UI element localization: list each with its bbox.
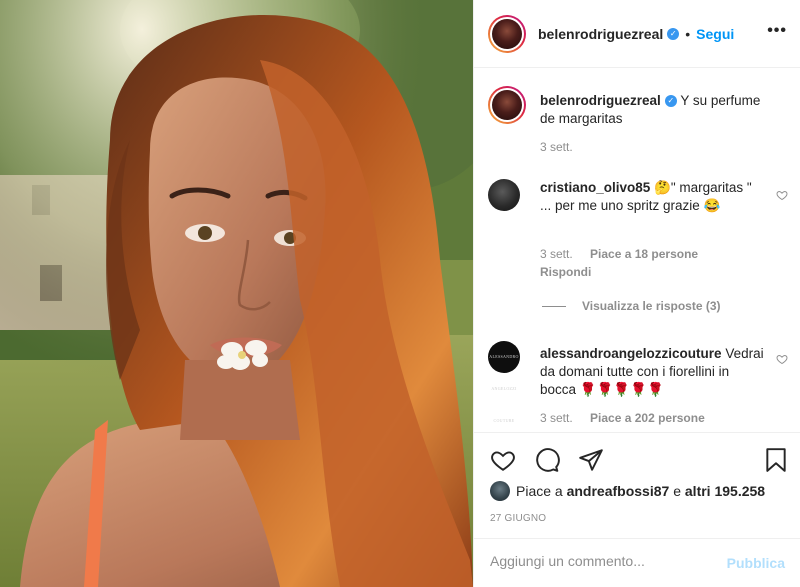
heart-icon[interactable] bbox=[490, 447, 516, 473]
bookmark-icon[interactable] bbox=[763, 447, 789, 473]
view-replies-label: Visualizza le risposte (3) bbox=[582, 299, 721, 313]
comment-avatar[interactable] bbox=[488, 179, 520, 211]
verified-icon: ✓ bbox=[667, 27, 680, 40]
more-options-icon[interactable]: ••• bbox=[767, 22, 787, 40]
publish-button[interactable]: Pubblica bbox=[727, 555, 785, 571]
add-comment-bar: Pubblica bbox=[474, 538, 800, 587]
post-header: belenrodriguezreal ✓ • Segui ••• bbox=[474, 0, 800, 68]
post-photo[interactable] bbox=[0, 0, 473, 587]
comment-username[interactable]: cristiano_olivo85 bbox=[540, 180, 650, 195]
avatar[interactable] bbox=[488, 14, 526, 53]
comment-icon[interactable] bbox=[534, 447, 560, 473]
instagram-post: belenrodriguezreal ✓ • Segui ••• belenro… bbox=[0, 0, 800, 587]
verified-icon: ✓ bbox=[664, 95, 677, 108]
comment-time: 3 sett. bbox=[540, 247, 573, 261]
caption-time: 3 sett. bbox=[540, 140, 573, 154]
share-icon[interactable] bbox=[578, 447, 604, 473]
separator-dot: • bbox=[685, 25, 691, 42]
comment-text: cristiano_olivo85 🤔" margaritas " ... pe… bbox=[540, 179, 765, 215]
comment-like-heart-icon[interactable] bbox=[776, 189, 788, 201]
liker-username[interactable]: andreafbossi87 bbox=[567, 483, 670, 499]
likes-connector: e bbox=[673, 483, 681, 499]
comment-meta: 3 sett. Piace a 18 persone bbox=[540, 247, 698, 261]
comment-meta: 3 sett. Piace a 202 persone bbox=[540, 411, 705, 425]
avatar-image bbox=[492, 18, 522, 49]
comment-time: 3 sett. bbox=[540, 411, 573, 425]
caption-avatar[interactable] bbox=[488, 86, 526, 124]
comment-input[interactable] bbox=[490, 553, 710, 569]
likes-prefix: Piace a bbox=[516, 483, 563, 499]
post-side-panel: belenrodriguezreal ✓ • Segui ••• belenro… bbox=[473, 0, 800, 587]
comment-text: alessandroangelozzicouture Vedrai da dom… bbox=[540, 345, 765, 399]
likes-summary: Piace a andreafbossi87 e altri 195.258 bbox=[490, 481, 765, 501]
replies-divider bbox=[542, 305, 566, 307]
view-replies-button[interactable]: Visualizza le risposte (3) bbox=[542, 299, 721, 313]
comment-likes[interactable]: Piace a 202 persone bbox=[590, 411, 705, 425]
reply-button[interactable]: Rispondi bbox=[540, 265, 591, 279]
caption-text: belenrodriguezreal ✓ Y su perfume de marg… bbox=[540, 92, 765, 128]
comment-avatar[interactable]: ALESSANDRO ANGELOZZI COUTURE bbox=[488, 341, 520, 423]
comment-likes[interactable]: Piace a 18 persone bbox=[590, 247, 698, 261]
comment-username[interactable]: alessandroangelozzicouture bbox=[540, 346, 722, 361]
author-username[interactable]: belenrodriguezreal bbox=[538, 26, 663, 42]
comment-like-heart-icon[interactable] bbox=[776, 353, 788, 365]
likes-others[interactable]: altri 195.258 bbox=[685, 483, 765, 499]
post-actions: Piace a andreafbossi87 e altri 195.258 2… bbox=[474, 432, 800, 538]
follow-button[interactable]: Segui bbox=[696, 26, 734, 42]
liker-avatar[interactable] bbox=[490, 481, 510, 501]
comments-list[interactable]: belenrodriguezreal ✓ Y su perfume de marg… bbox=[474, 69, 800, 431]
caption-username[interactable]: belenrodriguezreal bbox=[540, 93, 661, 108]
post-date[interactable]: 27 GIUGNO bbox=[490, 513, 546, 524]
